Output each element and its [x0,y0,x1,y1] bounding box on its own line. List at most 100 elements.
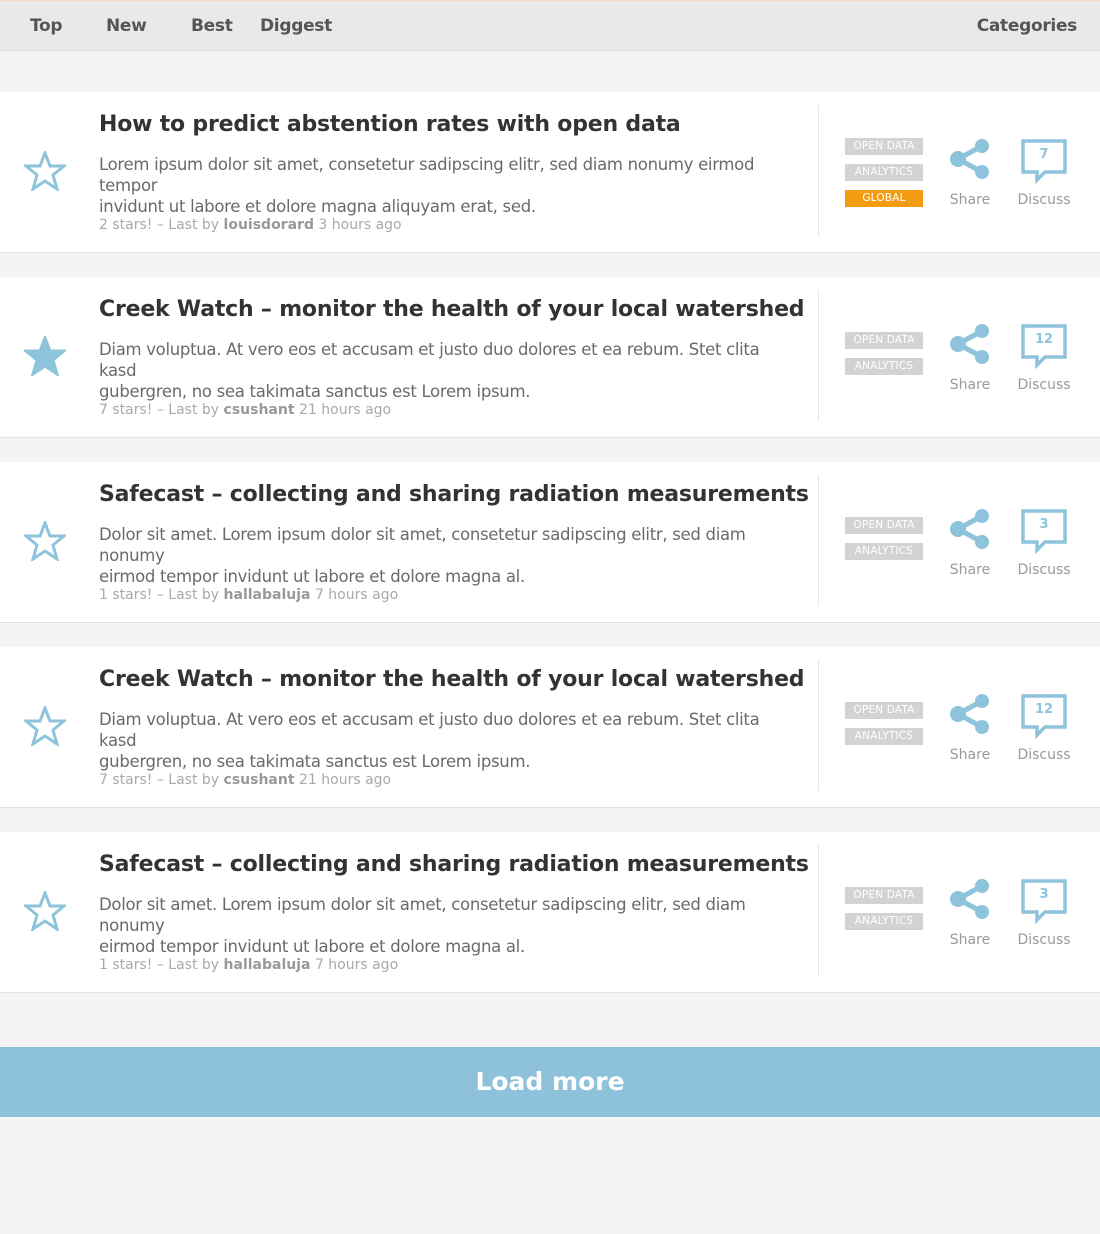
star-icon[interactable] [24,521,66,561]
post-card: Safecast – collecting and sharing radiat… [0,832,1100,993]
share-icon [950,139,989,179]
comment-count: 7 [1039,147,1049,162]
post-description-line: Diam voluptua. At vero eos et accusam et… [99,340,760,380]
tag-analytics[interactable]: ANALYTICS [845,543,923,560]
post-user-link[interactable]: louisdorard [224,217,314,233]
load-more-button[interactable]: Load more [0,1047,1100,1117]
share-icon [950,324,989,364]
star-icon[interactable] [24,151,66,191]
tag-open-data[interactable]: OPEN DATA [845,517,923,534]
tag-analytics[interactable]: ANALYTICS [845,164,923,181]
star-count-text: 1 stars! – Last by [99,587,220,603]
post-user-link[interactable]: csushant [224,772,295,788]
share-icon [950,879,989,919]
discuss-label: Discuss [1017,747,1071,763]
post-description-line: gubergren, no sea takimata sanctus est L… [99,752,531,771]
comment-count: 12 [1034,332,1054,347]
comment-count: 12 [1034,702,1054,717]
tag-open-data[interactable]: OPEN DATA [845,702,923,719]
post-description-line: eirmod tempor invidunt ut labore et dolo… [99,937,525,956]
star-count-text: 2 stars! – Last by [99,217,220,233]
nav-diggest[interactable]: Diggest [260,16,332,36]
post-card: Creek Watch – monitor the health of your… [0,277,1100,438]
tag-analytics[interactable]: ANALYTICS [845,728,923,745]
share-button[interactable]: Share [946,693,994,765]
share-icon [950,509,989,549]
post-title[interactable]: How to predict abstention rates with ope… [99,112,799,137]
star-count-text: 7 stars! – Last by [99,402,220,418]
post-description-line: eirmod tempor invidunt ut labore et dolo… [99,567,525,586]
share-button[interactable]: Share [946,138,994,210]
tag-open-data[interactable]: OPEN DATA [845,887,923,904]
card-divider [818,660,819,791]
post-card: Creek Watch – monitor the health of your… [0,647,1100,808]
post-time: 7 hours ago [314,957,399,973]
discuss-button[interactable]: 3 Discuss [1016,878,1072,950]
discuss-label: Discuss [1017,377,1071,393]
post-description: Dolor sit amet. Lorem ipsum dolor sit am… [99,524,799,587]
post-title[interactable]: Safecast – collecting and sharing radiat… [99,482,809,507]
share-label: Share [949,747,991,763]
share-label: Share [949,192,991,208]
share-label: Share [949,562,991,578]
post-title[interactable]: Creek Watch – monitor the health of your… [99,297,805,322]
post-description-line: Dolor sit amet. Lorem ipsum dolor sit am… [99,895,746,935]
star-icon[interactable] [24,336,66,376]
comment-count: 3 [1039,887,1049,902]
discuss-button[interactable]: 12 Discuss [1016,693,1072,765]
share-label: Share [949,932,991,948]
share-label: Share [949,377,991,393]
tag-global[interactable]: GLOBAL [845,190,923,207]
nav-best[interactable]: Best [191,16,233,36]
share-button[interactable]: Share [946,508,994,580]
post-meta: 2 stars! – Last by louisdorard 3 hours a… [99,217,402,233]
post-meta: 7 stars! – Last by csushant 21 hours ago [99,402,391,418]
share-button[interactable]: Share [946,878,994,950]
post-time: 21 hours ago [299,772,392,788]
tag-open-data[interactable]: OPEN DATA [845,332,923,349]
tag-analytics[interactable]: ANALYTICS [845,358,923,375]
star-count-text: 1 stars! – Last by [99,957,220,973]
discuss-label: Discuss [1017,932,1071,948]
post-user-link[interactable]: csushant [224,402,295,418]
discuss-button[interactable]: 7 Discuss [1016,138,1072,210]
tag-open-data[interactable]: OPEN DATA [845,138,923,155]
post-description-line: invidunt ut labore et dolore magna aliqu… [99,197,536,216]
post-description-line: Lorem ipsum dolor sit amet, consetetur s… [99,155,755,195]
post-title[interactable]: Safecast – collecting and sharing radiat… [99,852,809,877]
discuss-label: Discuss [1017,562,1071,578]
post-title[interactable]: Creek Watch – monitor the health of your… [99,667,805,692]
nav-categories[interactable]: Categories [977,16,1078,36]
share-icon [950,694,989,734]
post-card: Safecast – collecting and sharing radiat… [0,462,1100,623]
top-nav: Top New Best Diggest Categories [0,0,1100,51]
post-user-link[interactable]: hallabaluja [224,957,311,973]
discuss-button[interactable]: 12 Discuss [1016,323,1072,395]
nav-new[interactable]: New [106,16,147,36]
discuss-label: Discuss [1017,192,1071,208]
post-time: 3 hours ago [318,217,402,233]
share-button[interactable]: Share [946,323,994,395]
tag-analytics[interactable]: ANALYTICS [845,913,923,930]
nav-accent-line [0,0,1100,1]
post-time: 21 hours ago [299,402,392,418]
card-divider [818,475,819,606]
star-icon[interactable] [24,706,66,746]
nav-top[interactable]: Top [30,16,63,36]
post-description: Dolor sit amet. Lorem ipsum dolor sit am… [99,894,799,957]
post-time: 7 hours ago [314,587,399,603]
star-icon[interactable] [24,891,66,931]
post-description-line: Diam voluptua. At vero eos et accusam et… [99,710,760,750]
discuss-button[interactable]: 3 Discuss [1016,508,1072,580]
post-description: Lorem ipsum dolor sit amet, consetetur s… [99,154,799,217]
comment-count: 3 [1039,517,1049,532]
card-divider [818,105,819,236]
card-divider [818,845,819,976]
post-meta: 1 stars! – Last by hallabaluja 7 hours a… [99,957,398,973]
post-meta: 7 stars! – Last by csushant 21 hours ago [99,772,391,788]
post-description: Diam voluptua. At vero eos et accusam et… [99,709,799,772]
post-description-line: Dolor sit amet. Lorem ipsum dolor sit am… [99,525,746,565]
post-user-link[interactable]: hallabaluja [224,587,311,603]
post-meta: 1 stars! – Last by hallabaluja 7 hours a… [99,587,398,603]
card-divider [818,290,819,421]
